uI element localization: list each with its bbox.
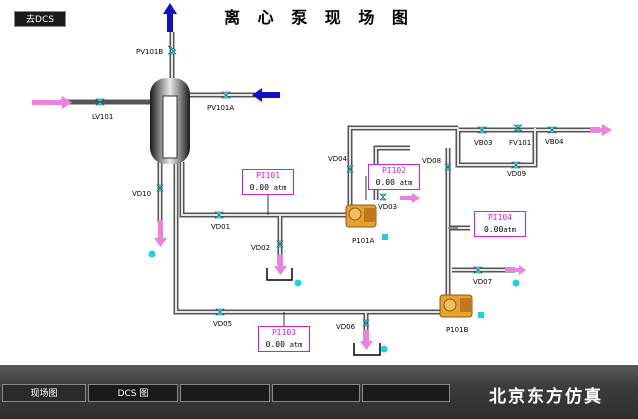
label-fv101: FV101 <box>509 139 532 147</box>
label-vd02: VD02 <box>251 244 271 252</box>
label-vd09: VD09 <box>507 170 527 178</box>
gauge-pi104-value: 0.00atm <box>475 225 525 234</box>
gauge-pi104-name: PI104 <box>487 213 513 222</box>
label-vd06: VD06 <box>336 323 356 331</box>
tab-empty-3[interactable] <box>362 384 450 402</box>
field-diagram: 去DCS 离 心 泵 现 场 图 PV101B PV101A LV101 VD1… <box>0 0 638 419</box>
label-lv101: LV101 <box>92 113 114 121</box>
gauge-pi101-unit: atm <box>273 184 287 192</box>
gauge-pi103-name: PI103 <box>271 328 297 337</box>
label-vb03: VB03 <box>474 139 493 147</box>
gauge-pi101[interactable]: PI101 0.00 atm <box>242 169 294 195</box>
gauge-pi103[interactable]: PI103 0.00 atm <box>258 326 310 352</box>
label-vd10: VD10 <box>132 190 152 198</box>
label-vb04: VB04 <box>545 138 564 146</box>
gauge-pi104[interactable]: PI104 0.00atm <box>474 211 526 237</box>
tab-empty-1[interactable] <box>180 384 270 402</box>
gauge-pi102-value: 0.00 atm <box>369 178 419 187</box>
brand-logo: 北京东方仿真 <box>489 387 603 407</box>
label-vd03: VD03 <box>378 203 398 211</box>
valve-vd03-icon[interactable] <box>379 193 387 201</box>
pipes-outer <box>60 32 600 345</box>
label-pump-p101b: P101B <box>446 326 469 334</box>
gauge-pi104-unit: atm <box>503 226 516 234</box>
label-pv101a: PV101A <box>207 104 235 112</box>
tank-v101 <box>150 78 190 164</box>
label-vd01: VD01 <box>211 223 231 231</box>
gauge-pi103-value: 0.00 atm <box>259 340 309 349</box>
pipe-network <box>32 3 612 356</box>
gauge-pi103-number: 0.00 <box>265 340 285 349</box>
label-vd04: VD04 <box>328 155 348 163</box>
page-title: 离 心 泵 现 场 图 <box>224 8 414 27</box>
label-pv101b: PV101B <box>136 48 164 56</box>
gauge-pi101-value: 0.00 atm <box>243 183 293 192</box>
label-pump-p101a: P101A <box>352 237 375 245</box>
tab-dcs-view[interactable]: DCS 图 <box>88 384 178 402</box>
tab-field-view[interactable]: 现场图 <box>2 384 86 402</box>
gauge-pi102-unit: atm <box>399 179 413 187</box>
indicator-dots <box>148 234 520 353</box>
gauge-pi102-number: 0.00 <box>375 178 395 187</box>
pump-p101b-icon[interactable] <box>439 294 473 318</box>
gauge-pi101-name: PI101 <box>255 171 281 180</box>
gauge-pi102-name: PI102 <box>381 166 407 175</box>
label-vd05: VD05 <box>213 320 233 328</box>
gauge-pi104-number: 0.00 <box>484 225 504 234</box>
label-vd07: VD07 <box>473 278 493 286</box>
gauge-pi101-number: 0.00 <box>249 183 269 192</box>
pump-p101a-icon[interactable] <box>345 204 377 228</box>
tab-empty-2[interactable] <box>272 384 360 402</box>
label-vd08: VD08 <box>422 157 442 165</box>
gauge-pi102[interactable]: PI102 0.00 atm <box>368 164 420 190</box>
gauge-pi103-unit: atm <box>289 341 303 349</box>
